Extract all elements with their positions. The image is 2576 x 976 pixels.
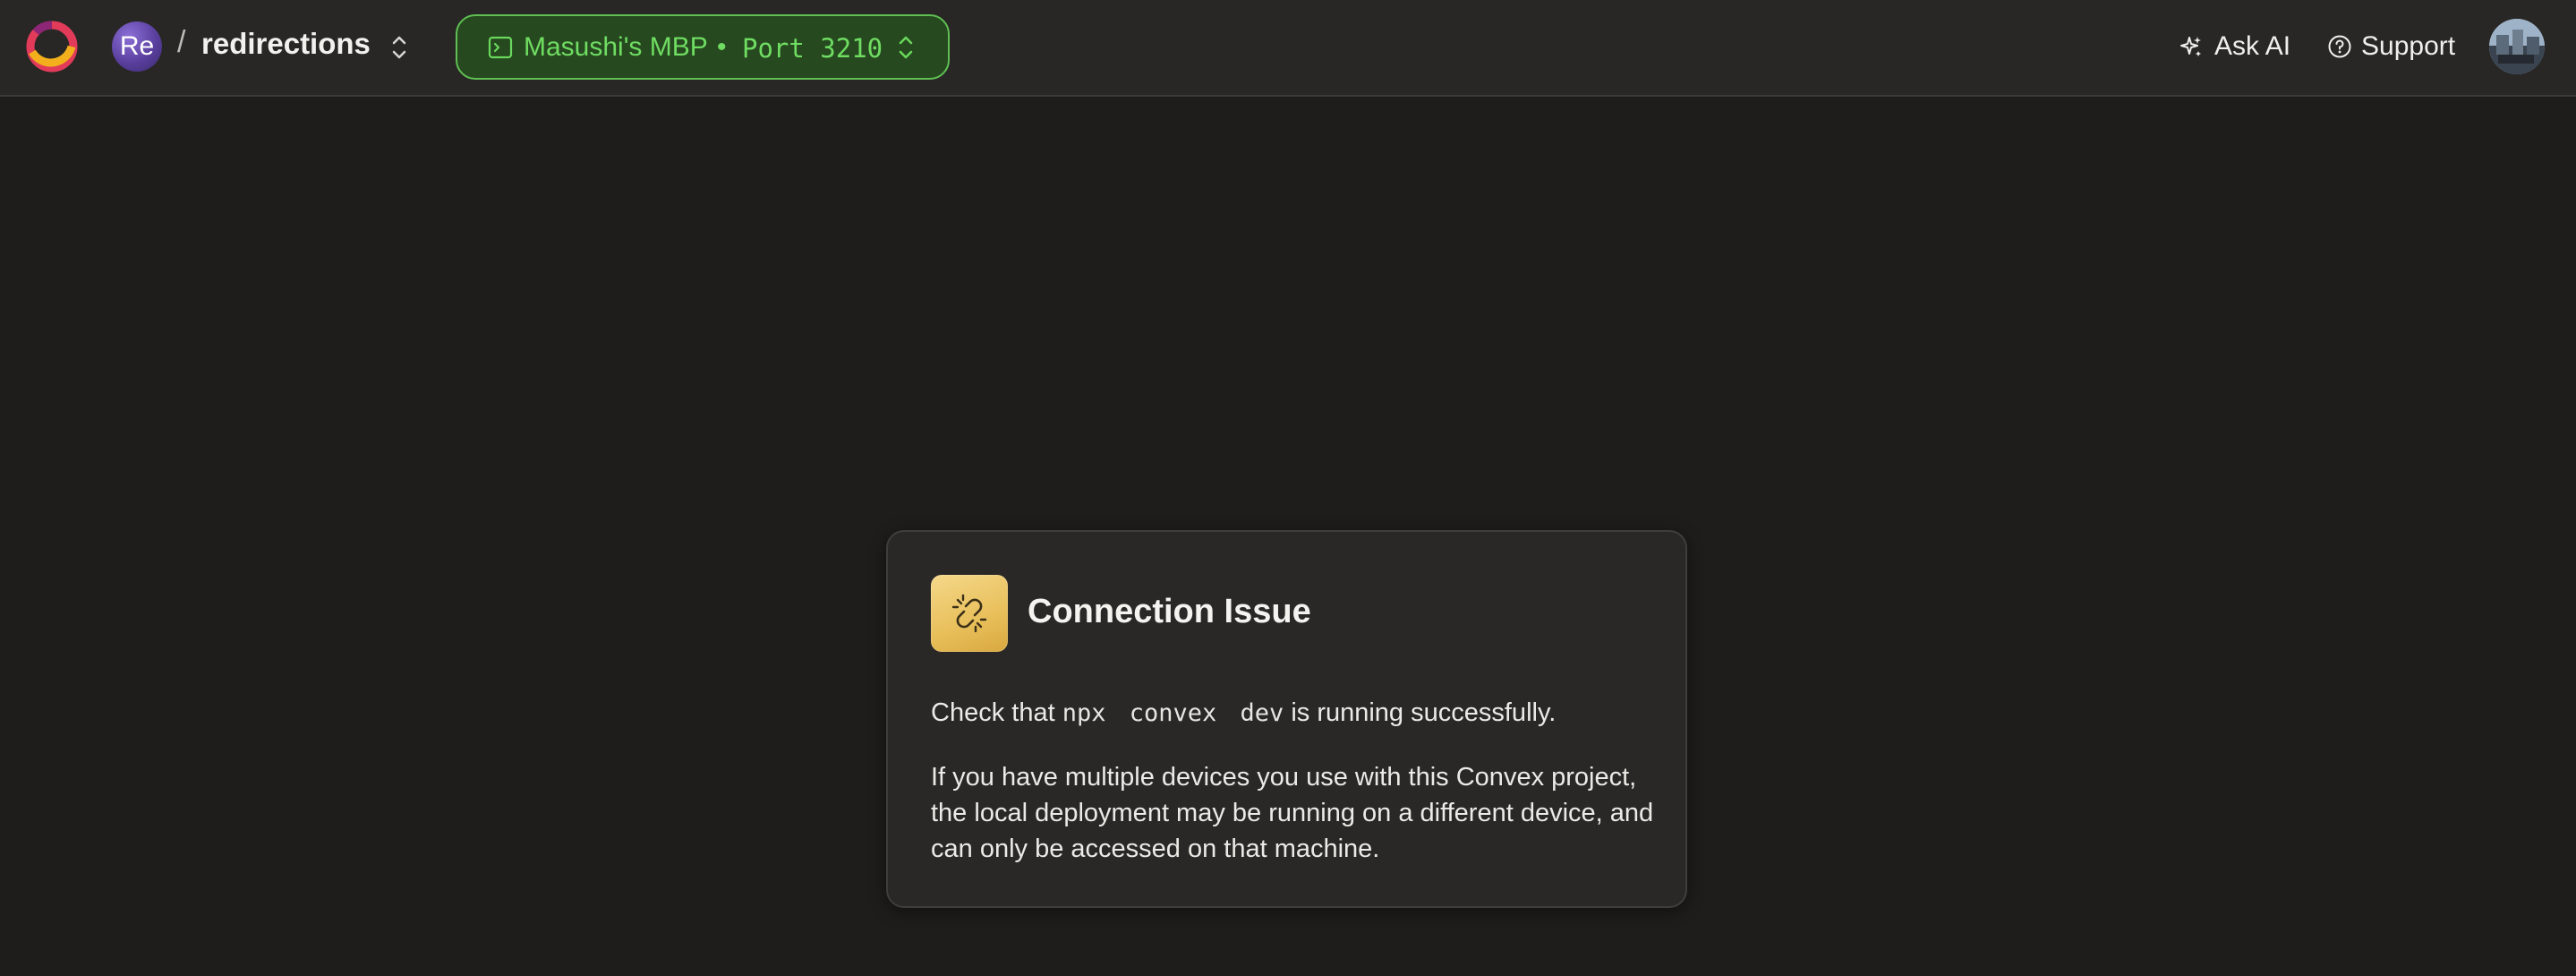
team-avatar[interactable]: Re bbox=[112, 21, 162, 72]
user-avatar[interactable] bbox=[2489, 19, 2545, 74]
support-button[interactable]: Support bbox=[2327, 27, 2455, 66]
question-circle-icon bbox=[2328, 35, 2351, 58]
team-initials: Re bbox=[119, 31, 155, 61]
project-name[interactable]: redirections bbox=[201, 27, 371, 61]
command-code: npx convex dev bbox=[1062, 699, 1284, 727]
breadcrumb-separator: / bbox=[177, 25, 186, 59]
connection-issue-card: Connection Issue Check that npx convex d… bbox=[886, 530, 1687, 908]
card-explanation: If you have multiple devices you use wit… bbox=[931, 763, 1654, 863]
connection-issue-icon-tile bbox=[931, 575, 1008, 652]
deployment-selector-button[interactable]: Masushi's MBP • Port 3210 bbox=[456, 14, 950, 80]
deployment-separator: • bbox=[717, 32, 727, 62]
ask-ai-button[interactable]: Ask AI bbox=[2179, 27, 2290, 66]
support-label: Support bbox=[2361, 31, 2456, 61]
top-navigation-bar: Re / redirections Masushi's MBP • Port 3… bbox=[0, 0, 2576, 97]
chevron-up-down-icon bbox=[899, 36, 913, 59]
terminal-icon bbox=[488, 36, 513, 59]
instruction-text-after: is running successfully. bbox=[1284, 698, 1557, 727]
convex-logo-icon[interactable] bbox=[25, 20, 79, 73]
sparkles-icon bbox=[2180, 37, 2201, 56]
card-instruction: Check that npx convex dev is running suc… bbox=[931, 695, 1647, 732]
user-avatar-image bbox=[2489, 19, 2545, 74]
broken-link-icon bbox=[951, 594, 987, 633]
deployment-device-name: Masushi's MBP bbox=[524, 32, 708, 62]
ask-ai-label: Ask AI bbox=[2214, 31, 2291, 61]
instruction-text-before: Check that bbox=[931, 698, 1062, 727]
deployment-port: Port 3210 bbox=[742, 33, 883, 64]
chevron-up-down-icon[interactable] bbox=[387, 32, 412, 63]
card-title: Connection Issue bbox=[1028, 593, 1311, 630]
